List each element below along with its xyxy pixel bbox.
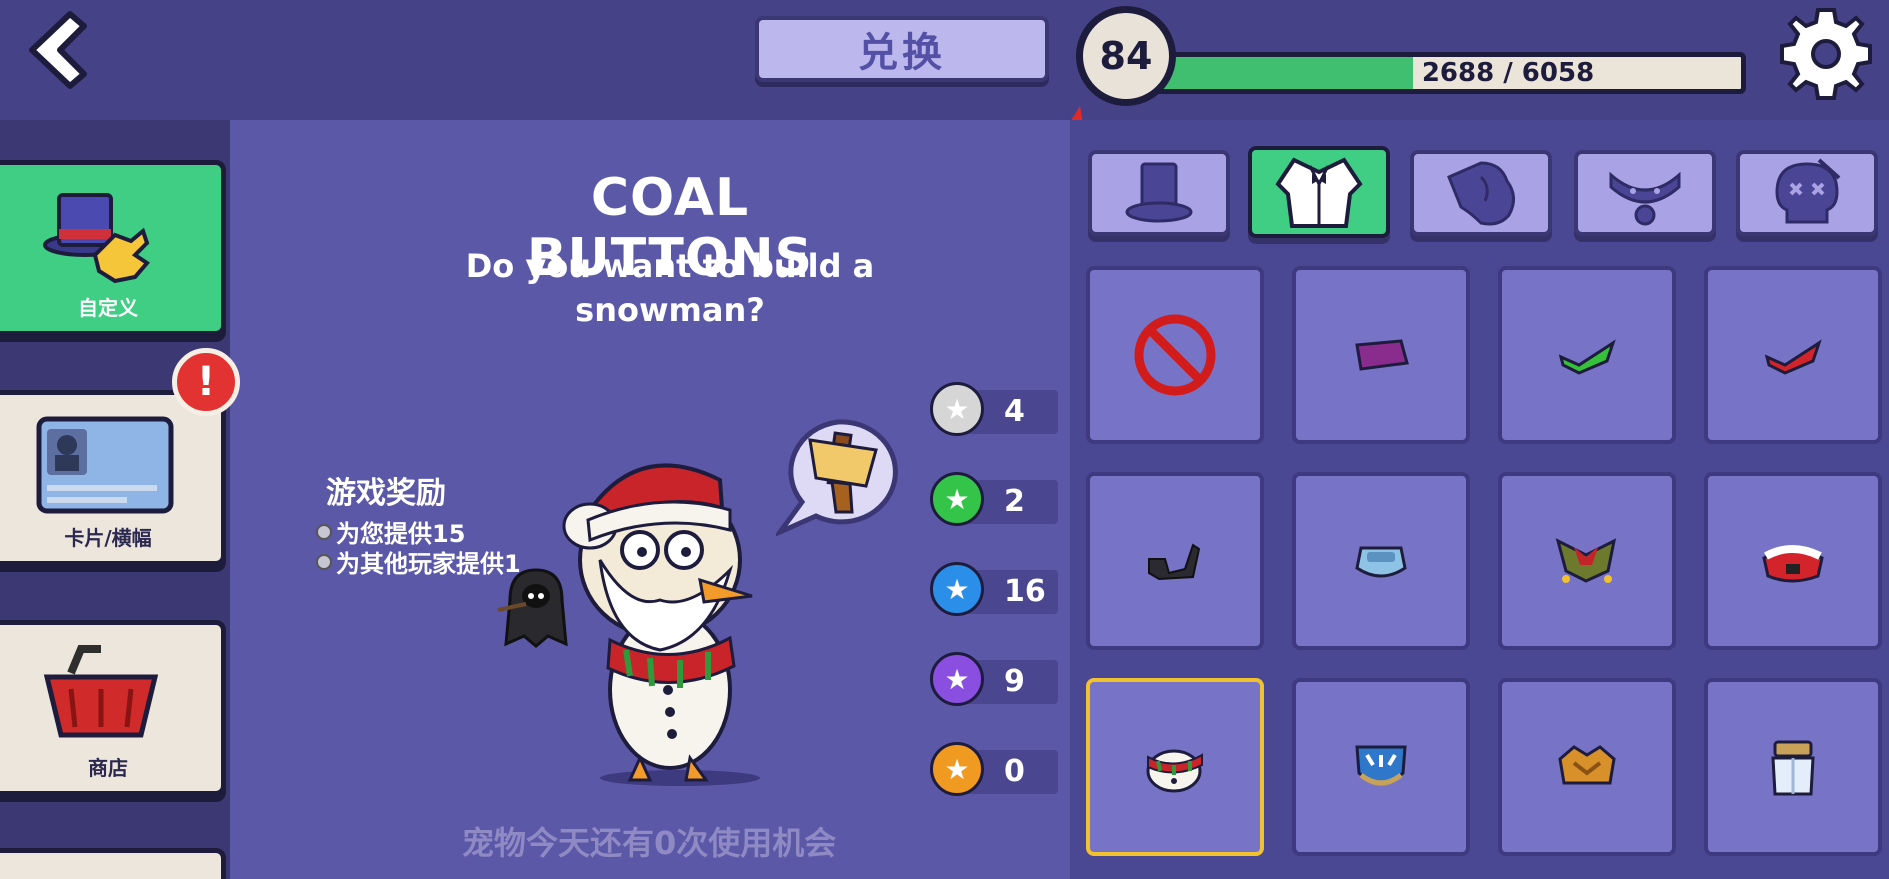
black-harness-icon bbox=[1148, 543, 1201, 581]
reward-title: 游戏奖励 bbox=[326, 476, 446, 511]
star-count: 2 bbox=[1004, 484, 1025, 519]
star-row-green: ★ 2 bbox=[930, 472, 1058, 526]
item-description: Do you want to build a snowman? bbox=[465, 247, 875, 329]
star-row-silver: ★ 4 bbox=[930, 382, 1058, 436]
collar-icon bbox=[1609, 171, 1681, 226]
cloak-icon bbox=[1447, 161, 1515, 226]
level-badge: 84 bbox=[1076, 6, 1176, 106]
tab-outfits[interactable] bbox=[1248, 146, 1390, 238]
item-slot[interactable] bbox=[1704, 678, 1882, 856]
blue-bib-icon bbox=[1355, 546, 1407, 578]
item-slot[interactable] bbox=[1498, 472, 1676, 650]
back-button[interactable] bbox=[18, 8, 94, 92]
santa-collar-icon bbox=[1762, 545, 1824, 583]
item-slot[interactable] bbox=[1292, 266, 1470, 444]
gold-armor-icon bbox=[1558, 745, 1616, 785]
chef-apron-icon bbox=[1771, 740, 1815, 796]
item-slot[interactable] bbox=[1086, 472, 1264, 650]
item-slot[interactable] bbox=[1498, 266, 1676, 444]
blue-shield-vest-icon bbox=[1355, 745, 1407, 786]
hat-glove-icon bbox=[43, 193, 150, 284]
sidebar-item-label: 自定义 bbox=[78, 296, 138, 320]
coin-icon bbox=[316, 553, 332, 570]
sidebar-item-label: 卡片/横幅 bbox=[64, 526, 152, 550]
orange-star-icon: ★ bbox=[930, 742, 984, 796]
suit-icon bbox=[1275, 157, 1363, 228]
tab-hats[interactable] bbox=[1088, 150, 1230, 236]
star-row-purple: ★ 9 bbox=[930, 652, 1058, 706]
settings-button[interactable] bbox=[1778, 6, 1874, 102]
tab-death-effects[interactable] bbox=[1736, 150, 1878, 236]
green-star-icon: ★ bbox=[930, 472, 984, 526]
purple-star-icon: ★ bbox=[930, 652, 984, 706]
green-collar-icon bbox=[1558, 339, 1616, 375]
star-count: 9 bbox=[1004, 664, 1025, 699]
tab-cloaks[interactable] bbox=[1410, 150, 1552, 236]
sidebar-item-customize[interactable]: 自定义 bbox=[0, 160, 226, 336]
redeem-button[interactable]: 兑换 bbox=[755, 16, 1049, 82]
item-slot-selected[interactable] bbox=[1086, 678, 1264, 856]
back-arrow-icon bbox=[29, 11, 87, 89]
tab-collars[interactable] bbox=[1574, 150, 1716, 236]
star-row-blue: ★ 16 bbox=[930, 562, 1058, 616]
hat-icon bbox=[1125, 162, 1193, 223]
snowman-outfit-icon bbox=[1146, 749, 1203, 793]
none-icon bbox=[1134, 314, 1216, 396]
item-slot[interactable] bbox=[1704, 472, 1882, 650]
sidebar-item-label: 商店 bbox=[88, 756, 128, 780]
star-count: 4 bbox=[1004, 394, 1025, 429]
star-count: 16 bbox=[1004, 574, 1046, 609]
alert-badge: ! bbox=[172, 348, 240, 416]
item-slot[interactable] bbox=[1292, 472, 1470, 650]
sidebar-item-more[interactable] bbox=[0, 848, 226, 879]
item-slot[interactable] bbox=[1704, 266, 1882, 444]
xp-text: 2688 / 6058 bbox=[1421, 58, 1595, 88]
emote-bubble[interactable] bbox=[776, 416, 902, 536]
blue-star-icon: ★ bbox=[930, 562, 984, 616]
xp-progress-bar: 2688 / 6058 bbox=[1150, 52, 1746, 94]
sidebar-item-cards-banners[interactable]: 卡片/横幅 bbox=[0, 390, 226, 566]
coin-icon bbox=[316, 523, 332, 540]
gear-icon bbox=[1780, 8, 1872, 100]
pet-reaper-icon bbox=[497, 568, 568, 648]
star-count: 0 bbox=[1004, 754, 1025, 789]
pet-usage-text: 宠物今天还有0次使用机会 bbox=[462, 824, 837, 862]
silver-star-icon: ★ bbox=[930, 382, 984, 436]
item-slot[interactable] bbox=[1292, 678, 1470, 856]
item-slot-none[interactable] bbox=[1086, 266, 1264, 444]
sidebar-item-shop[interactable]: 商店 bbox=[0, 620, 226, 796]
item-slot[interactable] bbox=[1498, 678, 1676, 856]
jester-collar-icon bbox=[1555, 538, 1617, 583]
basket-icon bbox=[43, 645, 159, 738]
purple-collar-icon bbox=[1355, 339, 1409, 371]
id-card-icon bbox=[36, 416, 174, 514]
skull-icon bbox=[1775, 158, 1841, 224]
red-collar-icon bbox=[1764, 339, 1822, 375]
star-row-orange: ★ 0 bbox=[930, 742, 1058, 796]
